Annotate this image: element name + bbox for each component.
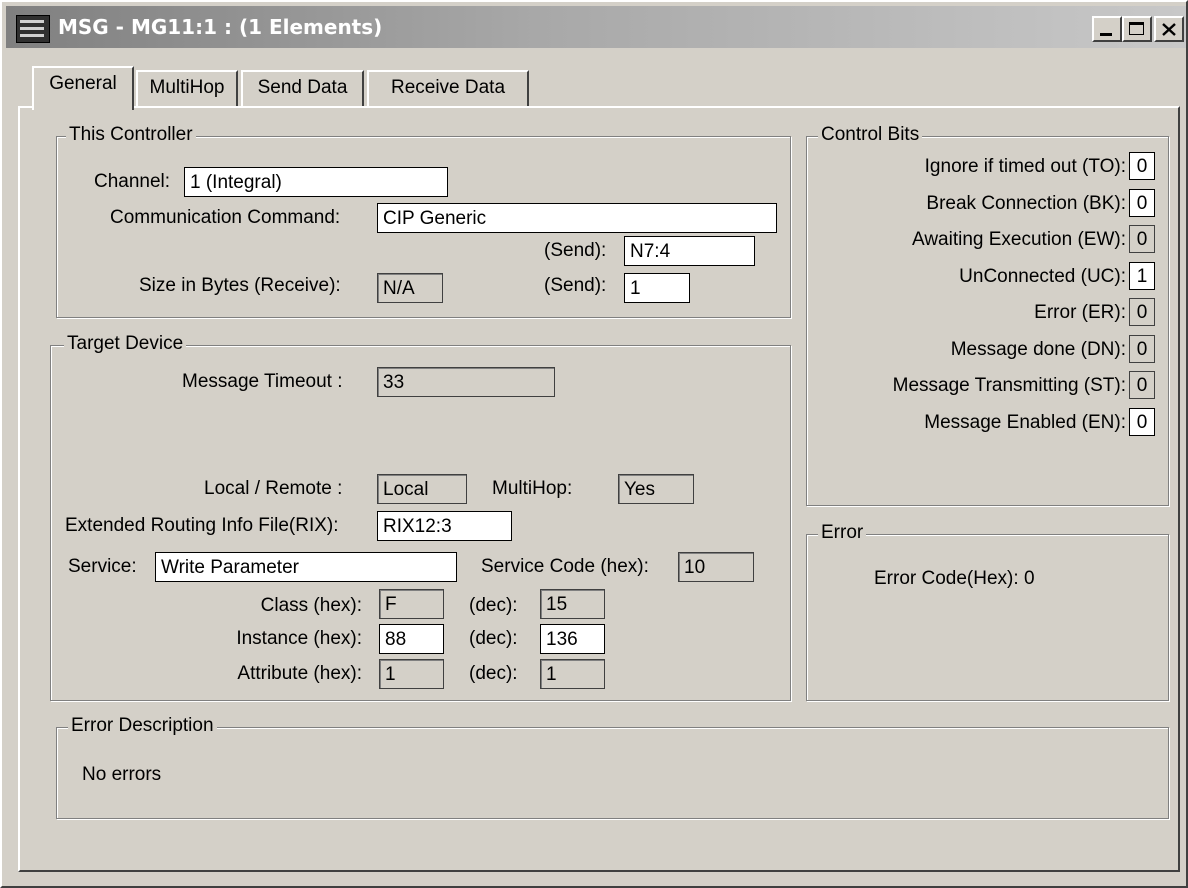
control-bit-label: Message Transmitting (ST): <box>892 375 1126 396</box>
title-bar[interactable]: MSG - MG11:1 : (1 Elements) <box>6 6 1186 48</box>
communication-command-field[interactable]: CIP Generic <box>377 203 777 233</box>
error-legend: Error <box>818 522 867 544</box>
tab-general[interactable]: General <box>32 66 134 110</box>
control-bit-value[interactable]: 0 <box>1129 407 1155 436</box>
tab-send-data[interactable]: Send Data <box>241 70 364 108</box>
send-address-field[interactable]: N7:4 <box>624 236 755 266</box>
control-bit-row: Message Transmitting (ST): 0 <box>842 371 1160 401</box>
service-code-field: 10 <box>678 552 754 582</box>
control-bit-label: Message done (DN): <box>950 338 1126 360</box>
tab-receive-data[interactable]: Receive Data <box>367 70 529 108</box>
instance-dec-field[interactable]: 136 <box>540 624 605 654</box>
size-in-bytes-label: Size in Bytes (Receive): <box>139 275 341 296</box>
control-bit-row: UnConnected (UC): 1 <box>842 261 1160 292</box>
instance-hex-label: Instance (hex): <box>236 628 362 649</box>
tab-general-label: General <box>49 73 117 94</box>
class-dec-label: (dec): <box>469 595 518 616</box>
multihop-label: MultiHop: <box>492 478 573 499</box>
minimize-icon <box>1100 33 1112 36</box>
communication-command-label: Communication Command: <box>110 207 341 228</box>
instance-hex-field[interactable]: 88 <box>379 624 444 654</box>
error-description-legend: Error Description <box>68 715 217 737</box>
control-bit-label: Break Connection (BK): <box>926 192 1126 214</box>
service-label: Service: <box>68 556 137 577</box>
service-code-label: Service Code (hex): <box>481 556 649 577</box>
error-code-value: 0 <box>1023 568 1035 589</box>
message-timeout-label: Message Timeout : <box>182 371 343 392</box>
control-bit-row: Break Connection (BK): 0 <box>842 188 1160 219</box>
tab-multihop[interactable]: MultiHop <box>136 70 238 108</box>
tab-send-data-label: Send Data <box>257 77 348 98</box>
attribute-hex-label: Attribute (hex): <box>237 663 362 684</box>
control-bit-label: Message Enabled (EN): <box>924 411 1126 433</box>
control-bit-row: Awaiting Execution (EW): 0 <box>842 225 1160 255</box>
size-receive-field: N/A <box>377 273 443 303</box>
attribute-hex-field: 1 <box>379 659 444 689</box>
size-send-field[interactable]: 1 <box>624 273 690 303</box>
error-code-label: Error Code(Hex): 0 <box>874 568 1035 590</box>
message-dialog-window: MSG - MG11:1 : (1 Elements) General Mult… <box>0 0 1188 888</box>
maximize-button[interactable] <box>1122 16 1152 42</box>
control-bit-label: Ignore if timed out (TO): <box>924 156 1126 177</box>
window-title: MSG - MG11:1 : (1 Elements) <box>58 15 383 39</box>
control-bit-label: Error (ER): <box>1034 302 1126 323</box>
channel-label: Channel: <box>94 171 171 192</box>
close-icon <box>1162 23 1176 36</box>
control-bit-row: Error (ER): 0 <box>842 298 1160 328</box>
error-code-text: Error Code(Hex): <box>874 568 1019 589</box>
this-controller-legend: This Controller <box>66 124 196 146</box>
channel-field[interactable]: 1 (Integral) <box>184 167 448 197</box>
maximize-icon <box>1129 22 1144 35</box>
class-hex-field: F <box>379 589 444 619</box>
control-bits-legend: Control Bits <box>818 124 923 146</box>
message-timeout-field: 33 <box>377 367 555 397</box>
control-bit-label: UnConnected (UC): <box>959 265 1126 287</box>
control-bit-value: 0 <box>1129 225 1155 253</box>
error-description-group <box>56 727 1169 819</box>
control-bit-row: Message Enabled (EN): 0 <box>842 407 1160 438</box>
local-remote-field: Local <box>377 474 467 504</box>
tab-receive-data-label: Receive Data <box>390 77 506 98</box>
control-bit-value: 0 <box>1129 334 1155 363</box>
error-group <box>806 534 1169 701</box>
error-description-text: No errors <box>82 764 162 785</box>
send-address-label: (Send): <box>544 240 607 261</box>
size-send-label: (Send): <box>544 275 607 296</box>
service-field[interactable]: Write Parameter <box>155 552 457 582</box>
class-dec-field: 15 <box>540 589 605 619</box>
control-bit-row: Message done (DN): 0 <box>842 334 1160 365</box>
tab-multihop-label: MultiHop <box>149 77 225 98</box>
attribute-dec-field: 1 <box>540 659 605 689</box>
control-bit-value[interactable]: 1 <box>1129 261 1155 290</box>
control-bit-value: 0 <box>1129 371 1155 399</box>
control-bit-value[interactable]: 0 <box>1129 152 1155 180</box>
control-bit-row: Ignore if timed out (TO): 0 <box>842 152 1160 182</box>
rix-field[interactable]: RIX12:3 <box>377 511 512 541</box>
minimize-button[interactable] <box>1092 16 1122 42</box>
control-bit-label: Awaiting Execution (EW): <box>911 229 1126 250</box>
close-button[interactable] <box>1154 16 1184 42</box>
multihop-field: Yes <box>618 474 694 504</box>
app-icon <box>16 15 50 43</box>
attribute-dec-label: (dec): <box>469 663 518 684</box>
instance-dec-label: (dec): <box>469 628 518 649</box>
control-bit-value: 0 <box>1129 298 1155 326</box>
target-device-legend: Target Device <box>64 333 187 355</box>
local-remote-label: Local / Remote : <box>204 478 343 499</box>
class-hex-label: Class (hex): <box>260 595 362 616</box>
control-bit-value[interactable]: 0 <box>1129 188 1155 217</box>
rix-label: Extended Routing Info File(RIX): <box>65 515 339 536</box>
